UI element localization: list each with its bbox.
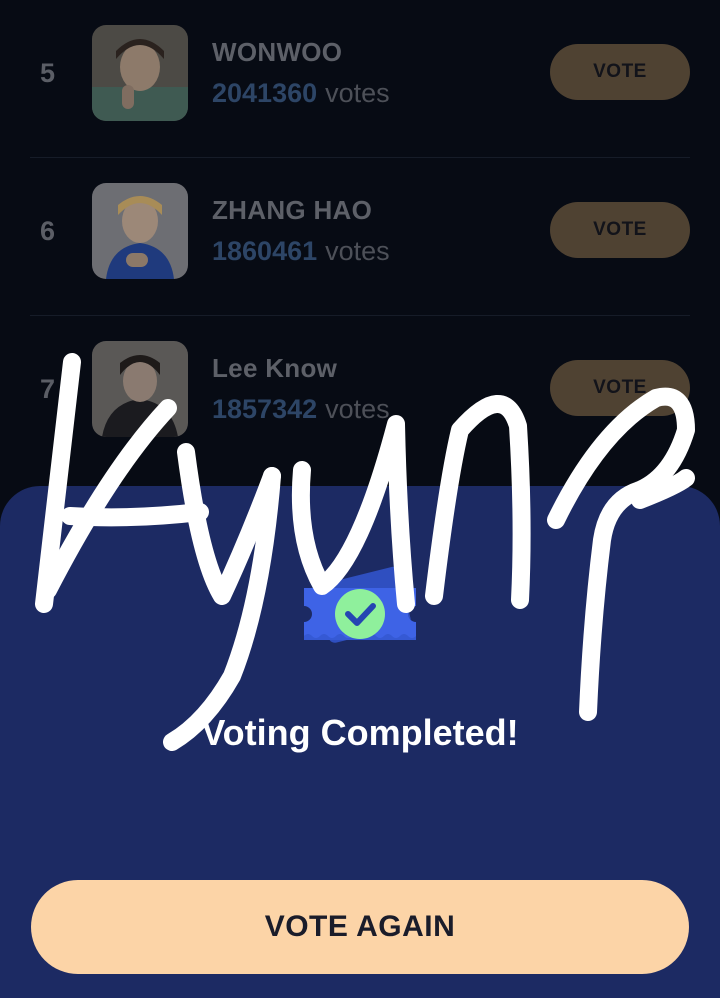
vote-button[interactable]: VOTE <box>550 202 690 258</box>
vote-count-unit: votes <box>325 236 390 266</box>
ticket-check-icon <box>296 558 424 670</box>
candidate-name: Lee Know <box>212 353 338 383</box>
avatar <box>92 25 188 121</box>
vote-button[interactable]: VOTE <box>550 44 690 100</box>
vote-count: 1857342 votes <box>212 394 390 425</box>
vote-count: 2041360 votes <box>212 78 390 109</box>
vote-count-number: 2041360 <box>212 78 318 108</box>
vote-count: 1860461 votes <box>212 236 390 267</box>
rank-number: 5 <box>40 58 56 88</box>
avatar <box>92 183 188 279</box>
rank-number: 7 <box>40 374 56 404</box>
vote-button[interactable]: VOTE <box>550 360 690 416</box>
rank-number: 6 <box>40 216 56 246</box>
completion-message: Voting Completed! <box>201 712 519 753</box>
vote-count-unit: votes <box>325 78 390 108</box>
list-item: 5 WONWOO 2041360 votes VOTE <box>30 0 690 158</box>
list-item: 7 Lee Know 1857342 votes VOTE <box>30 316 690 474</box>
avatar <box>92 341 188 437</box>
vote-again-button[interactable]: VOTE AGAIN <box>31 880 689 974</box>
vote-count-unit: votes <box>325 394 390 424</box>
vote-count-number: 1860461 <box>212 236 318 266</box>
voting-completed-sheet: Voting Completed! VOTE AGAIN <box>0 486 720 998</box>
candidate-name: WONWOO <box>212 37 343 67</box>
candidate-name: ZHANG HAO <box>212 195 373 225</box>
list-item: 6 ZHANG HAO 1860461 votes VOTE <box>30 158 690 316</box>
vote-count-number: 1857342 <box>212 394 318 424</box>
